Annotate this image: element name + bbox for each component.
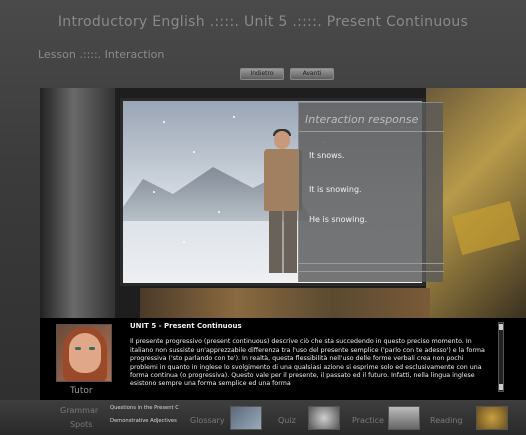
scroll-down-icon[interactable] xyxy=(499,384,503,390)
scroll-up-icon[interactable] xyxy=(499,324,503,330)
divider xyxy=(299,131,444,132)
lesson-text-panel: Tutor UNIT 5 - Present Continuous Il pre… xyxy=(40,318,526,400)
response-option-1[interactable]: It snows. xyxy=(309,151,344,160)
lesson-app: Introductory English .::::. Unit 5 .::::… xyxy=(0,0,526,435)
response-option-3[interactable]: He is snowing. xyxy=(309,215,367,224)
lesson-heading: UNIT 5 - Present Continuous xyxy=(130,322,242,330)
back-button[interactable]: Indietro xyxy=(240,68,284,80)
quiz-icon[interactable] xyxy=(308,406,340,430)
interaction-response-panel: Interaction response It snows. It is sno… xyxy=(298,102,444,282)
practice-icon[interactable] xyxy=(388,406,420,430)
glossary-label[interactable]: Glossary xyxy=(190,416,225,425)
grammar-link-1[interactable]: Questions in the Present C xyxy=(110,405,179,411)
response-option-2[interactable]: It is snowing. xyxy=(309,185,362,194)
page-title: Introductory English .::::. Unit 5 .::::… xyxy=(57,14,469,30)
scene-stage: Interaction response It snows. It is sno… xyxy=(40,88,526,318)
background-left xyxy=(40,88,115,318)
grammar-label[interactable]: Grammar xyxy=(60,406,98,415)
quiz-label[interactable]: Quiz xyxy=(278,416,296,425)
reading-label[interactable]: Reading xyxy=(430,416,462,425)
footer-bar: Grammar Spots Questions in the Present C… xyxy=(0,400,526,435)
spots-label[interactable]: Spots xyxy=(70,420,92,429)
forward-button[interactable]: Avanti xyxy=(290,68,334,80)
tutor-label: Tutor xyxy=(70,386,93,396)
nav-buttons: Indietro Avanti xyxy=(240,68,334,80)
reading-icon[interactable] xyxy=(476,406,508,430)
tutor-avatar xyxy=(56,324,112,382)
grammar-link-2[interactable]: Demonstrative Adjectives xyxy=(110,418,177,424)
background-bottom xyxy=(140,288,430,318)
lesson-text: UNIT 5 - Present Continuous Il presente … xyxy=(130,322,490,396)
divider xyxy=(299,263,444,264)
divider xyxy=(299,271,444,272)
lesson-subtitle: Lesson .::::. Interaction xyxy=(38,48,165,61)
response-title: Interaction response xyxy=(305,113,419,126)
practice-label[interactable]: Practice xyxy=(352,416,384,425)
text-scrollbar[interactable] xyxy=(498,322,504,392)
glossary-icon[interactable] xyxy=(230,406,262,430)
lesson-body: Il presente progressivo (present continu… xyxy=(130,338,485,388)
